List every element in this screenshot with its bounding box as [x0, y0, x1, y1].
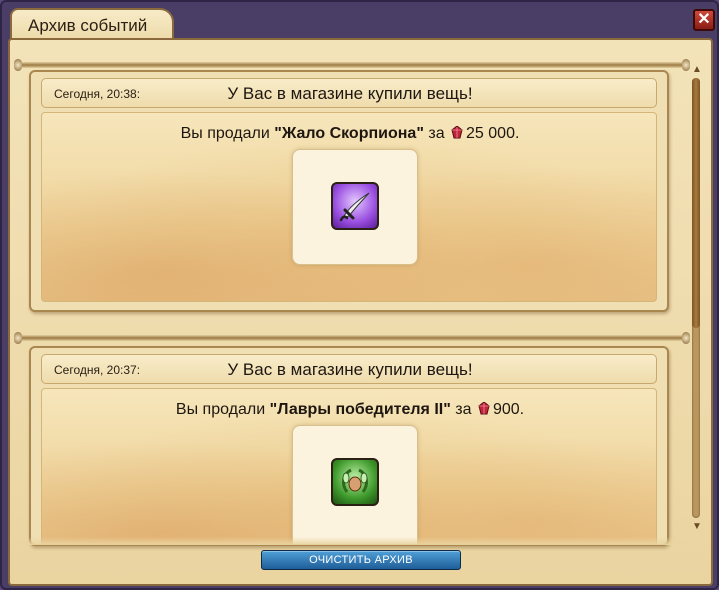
scroll-rod-decoration [14, 59, 690, 71]
ruby-currency-icon [478, 402, 490, 415]
window-title: Архив событий [28, 16, 148, 35]
sold-message: Вы продали "Жало Скорпиона" за 25 000. [42, 125, 658, 143]
archive-window: Архив событий ✕ ▲ ▼ Сегодня, 20:38: У Ва… [0, 0, 719, 590]
laurel-wreath-icon[interactable] [331, 458, 379, 506]
event-body: Вы продали "Лавры победителя II" за 900. [41, 388, 658, 544]
sold-middle: за [450, 401, 476, 418]
event-header: Сегодня, 20:37: У Вас в магазине купили … [41, 354, 657, 384]
scroll-rod-decoration [14, 332, 690, 344]
item-slot[interactable] [292, 425, 418, 544]
scroll-down-arrow-icon[interactable]: ▼ [691, 522, 703, 532]
event-body: Вы продали "Жало Скорпиона" за 25 000. [41, 112, 657, 302]
event-title: У Вас в магазине купили вещь! [227, 360, 473, 379]
scroll-up-arrow-icon[interactable]: ▲ [691, 65, 703, 75]
window-title-tab: Архив событий [10, 8, 174, 42]
clear-archive-button[interactable]: ОЧИСТИТЬ АРХИВ [261, 550, 461, 570]
event-header: Сегодня, 20:38: У Вас в магазине купили … [41, 78, 657, 108]
clear-archive-label: ОЧИСТИТЬ АРХИВ [309, 554, 413, 566]
event-card: Сегодня, 20:37: У Вас в магазине купили … [29, 346, 669, 546]
item-name: "Жало Скорпиона" [274, 125, 424, 142]
event-title: У Вас в магазине купили вещь! [227, 84, 473, 103]
dagger-icon[interactable] [331, 182, 379, 230]
ruby-currency-icon [451, 126, 463, 139]
close-button[interactable]: ✕ [693, 9, 715, 31]
list-bottom-fade [12, 537, 692, 545]
sold-amount: 900. [492, 401, 525, 418]
close-icon: ✕ [697, 11, 711, 28]
scrollbar-thumb[interactable] [692, 78, 700, 328]
item-name: "Лавры победителя II" [269, 401, 451, 418]
item-slot[interactable] [292, 149, 418, 265]
sold-prefix: Вы продали [180, 125, 275, 142]
sold-middle: за [423, 125, 450, 142]
sold-prefix: Вы продали [175, 401, 270, 418]
sold-amount: 25 000. [466, 125, 520, 142]
event-card: Сегодня, 20:38: У Вас в магазине купили … [29, 70, 669, 312]
sold-message: Вы продали "Лавры победителя II" за 900. [42, 401, 658, 419]
